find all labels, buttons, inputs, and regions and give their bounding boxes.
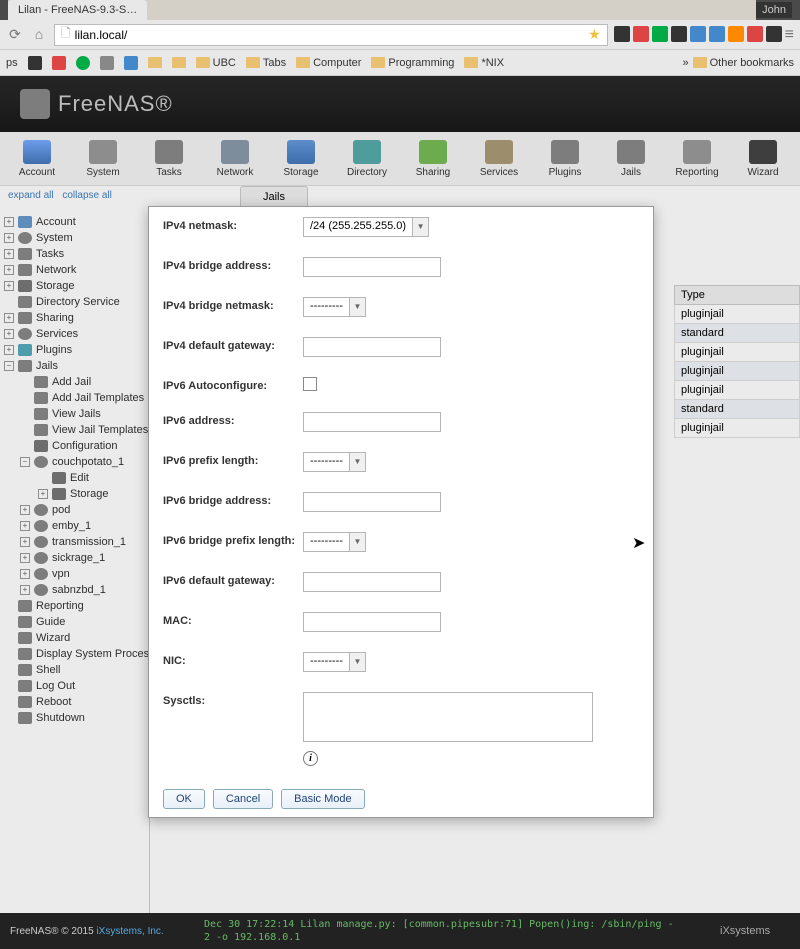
- label-sysctls: Sysctls:: [163, 692, 303, 707]
- ipv4-netmask-select[interactable]: /24 (255.255.255.0)▼: [303, 217, 429, 237]
- bookmark-item[interactable]: ps: [6, 57, 18, 69]
- bookmark-overflow[interactable]: »: [683, 57, 689, 69]
- bm-icon[interactable]: [124, 56, 138, 70]
- bookmark-item[interactable]: UBC: [196, 57, 236, 69]
- company-link[interactable]: iXsystems, Inc.: [96, 926, 163, 937]
- user-badge[interactable]: John: [756, 2, 792, 18]
- ipv6-bridge-addr-input[interactable]: [303, 492, 441, 512]
- other-bookmarks[interactable]: Other bookmarks: [693, 57, 794, 69]
- ipv6-gateway-input[interactable]: [303, 572, 441, 592]
- ext-icon[interactable]: [652, 26, 668, 42]
- ipv6-addr-input[interactable]: [303, 412, 441, 432]
- ipv4-bridge-addr-input[interactable]: [303, 257, 441, 277]
- home-icon[interactable]: ⌂: [30, 26, 48, 44]
- label-ipv4-netmask: IPv4 netmask:: [163, 217, 303, 232]
- label-ipv6-gateway: IPv6 default gateway:: [163, 572, 303, 587]
- ipv4-gateway-input[interactable]: [303, 337, 441, 357]
- label-ipv6-bridge-prefix: IPv6 bridge prefix length:: [163, 532, 303, 547]
- footer-copyright: FreeNAS® © 2015 iXsystems, Inc.: [0, 926, 200, 937]
- label-ipv6-addr: IPv6 address:: [163, 412, 303, 427]
- label-ipv6-auto: IPv6 Autoconfigure:: [163, 377, 303, 392]
- label-ipv6-prefix: IPv6 prefix length:: [163, 452, 303, 467]
- chevron-down-icon: ▼: [349, 653, 365, 671]
- mac-input[interactable]: [303, 612, 441, 632]
- folder-icon[interactable]: [148, 57, 162, 68]
- star-icon[interactable]: ★: [588, 26, 601, 43]
- sysctls-textarea[interactable]: [303, 692, 593, 742]
- ext-icon[interactable]: [671, 26, 687, 42]
- basic-mode-button[interactable]: Basic Mode: [281, 789, 364, 809]
- info-icon[interactable]: i: [303, 751, 318, 766]
- bookmark-item[interactable]: *NIX: [464, 57, 504, 69]
- bm-icon[interactable]: [76, 56, 90, 70]
- url-input[interactable]: 🗋 lilan.local/ ★: [54, 24, 608, 46]
- label-ipv4-gateway: IPv4 default gateway:: [163, 337, 303, 352]
- menu-icon[interactable]: ≡: [785, 26, 794, 44]
- folder-icon[interactable]: [172, 57, 186, 68]
- jail-settings-modal: IPv4 netmask: /24 (255.255.255.0)▼ IPv4 …: [148, 206, 654, 818]
- browser-tab[interactable]: Lilan - FreeNAS-9.3-S…: [8, 0, 147, 20]
- bookmark-item[interactable]: Programming: [371, 57, 454, 69]
- chevron-down-icon: ▼: [349, 298, 365, 316]
- reload-icon[interactable]: ⟳: [6, 26, 24, 44]
- ipv4-bridge-netmask-select[interactable]: ---------▼: [303, 297, 366, 317]
- ext-icon[interactable]: [633, 26, 649, 42]
- ok-button[interactable]: OK: [163, 789, 205, 809]
- label-ipv4-bridge-netmask: IPv4 bridge netmask:: [163, 297, 303, 312]
- label-mac: MAC:: [163, 612, 303, 627]
- label-nic: NIC:: [163, 652, 303, 667]
- bm-icon[interactable]: [100, 56, 114, 70]
- nic-select[interactable]: ---------▼: [303, 652, 366, 672]
- chevron-down-icon: ▼: [349, 533, 365, 551]
- chevron-down-icon: ▼: [349, 453, 365, 471]
- ipv6-prefix-select[interactable]: ---------▼: [303, 452, 366, 472]
- url-text: lilan.local/: [75, 28, 128, 42]
- ext-icon[interactable]: [690, 26, 706, 42]
- cancel-button[interactable]: Cancel: [213, 789, 273, 809]
- bookmark-item[interactable]: Computer: [296, 57, 361, 69]
- ext-icon[interactable]: [747, 26, 763, 42]
- ipv6-auto-checkbox[interactable]: [303, 377, 317, 391]
- label-ipv4-bridge-addr: IPv4 bridge address:: [163, 257, 303, 272]
- bm-icon[interactable]: [28, 56, 42, 70]
- ipv6-bridge-prefix-select[interactable]: ---------▼: [303, 532, 366, 552]
- label-ipv6-bridge-addr: IPv6 bridge address:: [163, 492, 303, 507]
- footer-log: Dec 30 17:22:14 Lilan manage.py: [common…: [200, 914, 720, 948]
- ixsystems-logo: iXsystems: [720, 925, 800, 937]
- ext-icon[interactable]: [614, 26, 630, 42]
- bookmark-item[interactable]: Tabs: [246, 57, 286, 69]
- chevron-down-icon: ▼: [412, 218, 428, 236]
- extension-icons: ≡: [614, 26, 794, 44]
- ext-icon[interactable]: [709, 26, 725, 42]
- ext-icon[interactable]: [728, 26, 744, 42]
- bm-icon[interactable]: [52, 56, 66, 70]
- ext-icon[interactable]: [766, 26, 782, 42]
